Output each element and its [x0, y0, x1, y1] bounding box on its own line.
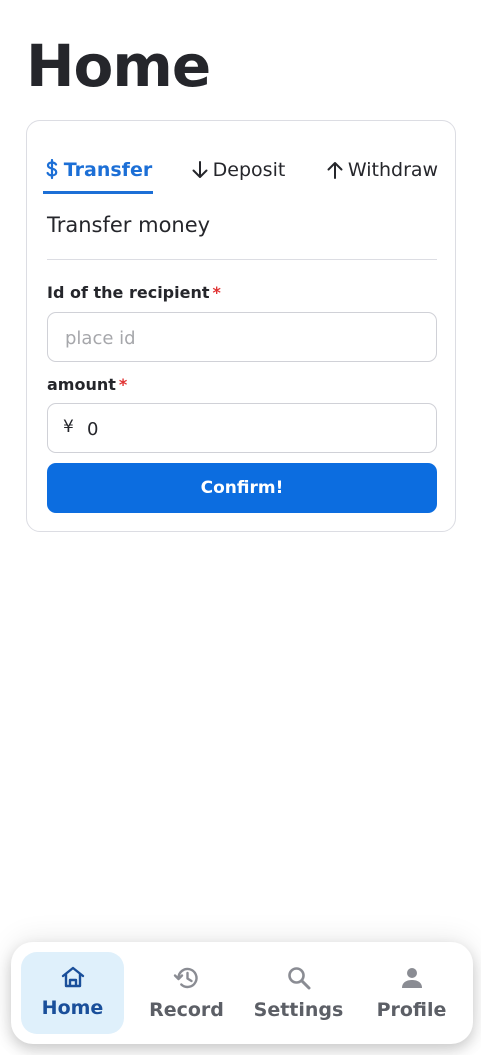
tab-withdraw-label: Withdraw	[347, 159, 439, 181]
nav-item-settings[interactable]: Settings	[247, 952, 350, 1034]
amount-label-text: amount	[47, 375, 116, 394]
tab-withdraw[interactable]: Withdraw	[325, 149, 439, 191]
divider	[47, 259, 437, 260]
recipient-id-field	[47, 312, 437, 362]
amount-input[interactable]	[85, 405, 429, 453]
nav-label-profile: Profile	[376, 999, 447, 1021]
form-title: Transfer money	[47, 213, 211, 237]
nav-item-record[interactable]: Record	[135, 952, 238, 1034]
nav-label-settings: Settings	[253, 999, 344, 1021]
required-asterisk: *	[118, 375, 128, 394]
tab-transfer[interactable]: Transfer	[43, 149, 153, 194]
recipient-id-input[interactable]	[63, 314, 427, 362]
tab-deposit-label: Deposit	[212, 159, 286, 181]
nav-label-home: Home	[41, 997, 104, 1019]
nav-item-home[interactable]: Home	[21, 952, 124, 1034]
recipient-label: Id of the recipient *	[47, 283, 221, 302]
tab-transfer-label: Transfer	[63, 159, 153, 181]
page-title: Home	[26, 32, 211, 100]
arrow-up-icon	[327, 162, 343, 179]
app-page: Home Transfer Deposit Withdraw Transfer …	[0, 0, 481, 1055]
dollar-icon	[46, 159, 58, 180]
amount-label: amount *	[47, 375, 127, 394]
transaction-card: Transfer Deposit Withdraw Transfer money…	[26, 120, 456, 532]
home-icon	[61, 966, 84, 988]
nav-label-record: Record	[149, 999, 224, 1021]
currency-symbol: ¥	[63, 417, 74, 437]
search-icon	[287, 967, 310, 990]
amount-field: ¥	[47, 403, 437, 453]
arrow-down-icon	[192, 161, 208, 178]
required-asterisk: *	[212, 283, 221, 302]
tab-deposit[interactable]: Deposit	[183, 149, 293, 191]
confirm-button[interactable]: Confirm!	[47, 463, 437, 513]
nav-item-profile[interactable]: Profile	[360, 952, 463, 1034]
transaction-tabs: Transfer Deposit Withdraw	[43, 149, 439, 194]
person-icon	[401, 968, 422, 988]
bottom-navigation: Home Record Settings Profile	[11, 942, 473, 1044]
history-icon	[173, 967, 198, 989]
recipient-label-text: Id of the recipient	[47, 283, 210, 302]
